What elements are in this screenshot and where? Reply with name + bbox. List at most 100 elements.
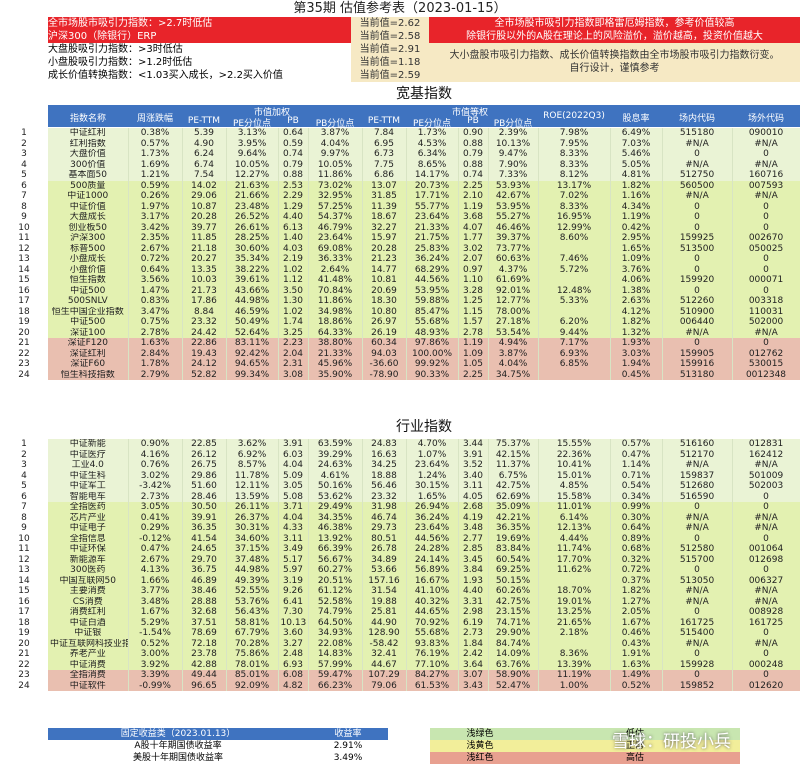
table-row: 10 全指信息 -0.12% 41.54 34.60% 3.11 13.92% 80.51 44…	[0, 533, 800, 544]
table-cell: 20.28	[182, 212, 227, 223]
table-cell: 1.67%	[610, 617, 663, 628]
table-cell: 0.89%	[610, 533, 663, 544]
table-cell: 8.65%	[406, 159, 459, 170]
table-cell: 515400	[662, 628, 733, 639]
table-cell: 502003	[732, 481, 800, 492]
table-cell: 39.29%	[308, 449, 363, 460]
table-cell: 17.70%	[538, 554, 611, 565]
table-cell: #N/A	[662, 512, 733, 523]
table-cell: 0	[662, 285, 733, 296]
table-cell: 2.04	[278, 348, 309, 359]
table-cell: 1.93%	[610, 338, 663, 349]
table-row: 19 中证500 0.75% 23.32 50.49% 1.74 18.86% 26.97 55…	[0, 317, 800, 328]
table-cell: 008928	[732, 607, 800, 618]
table-cell: 18.86%	[308, 317, 363, 328]
table-cell: 0.26%	[128, 191, 183, 202]
table-cell: 7.54	[182, 170, 227, 181]
table-cell: 3.02	[458, 243, 489, 254]
table-cell: 芯片产业	[48, 512, 129, 523]
table-cell: 0	[732, 491, 800, 502]
table-cell: 恒生指数	[48, 275, 129, 286]
valuation-sheet: 第35期 估值参考表（2023-01-15） 全市场股市吸引力指数：>2.7时低…	[0, 0, 800, 765]
table-cell: 0.64%	[128, 264, 183, 275]
table-cell: 1.73%	[406, 128, 459, 139]
table-cell: 2.84%	[128, 348, 183, 359]
table-cell: 10.87	[182, 201, 227, 212]
table-cell: 0	[662, 149, 733, 160]
table-cell: 69.25%	[488, 565, 539, 576]
table-cell: 3.50	[278, 285, 309, 296]
table-row: 2 红利指数 0.57% 4.90 3.95% 0.59 4.04% 6.95 4.53% 0.8…	[0, 138, 800, 149]
table-cell: 11.85	[182, 233, 227, 244]
cn-bond-value: 2.91%	[333, 741, 363, 751]
row-number: 6	[0, 180, 48, 191]
table-row: 19 中证银 -1.54% 78.69 67.79% 3.60 34.93% 128.90 55…	[0, 628, 800, 639]
table-cell: 0.83%	[128, 296, 183, 307]
table-cell: 16.67%	[406, 575, 459, 586]
table-cell: 512750	[662, 170, 733, 181]
us-bond-value: 3.49%	[333, 753, 363, 763]
table-cell: 13.92%	[308, 533, 363, 544]
table-cell: -58.42	[362, 638, 407, 649]
table-cell: 26.78	[362, 544, 407, 555]
col-pb: PB	[287, 116, 299, 126]
table-cell: 560500	[662, 180, 733, 191]
table-cell: 0	[732, 565, 800, 576]
table-cell: 5.08	[278, 491, 309, 502]
table-cell: 85.01%	[226, 670, 279, 681]
table-row: 21 深证F120 1.63% 22.86 83.11% 2.23 38.80% 60.34 9…	[0, 338, 800, 349]
growth-value-label: 成长价值转换指数：<1.03买入成长，>2.2买入价值	[48, 70, 283, 81]
table-cell: 32.68	[182, 607, 227, 618]
table-cell: 8.36%	[538, 649, 611, 660]
current-value: 当前值=2.62	[359, 18, 421, 29]
table-cell: 3.43	[458, 680, 489, 691]
table-cell: 1.73%	[128, 149, 183, 160]
table-cell: 6.41	[278, 596, 309, 607]
table-cell: 3.44	[458, 439, 489, 450]
erp-label: 全市场股市吸引力指数：>2.7时低估	[48, 17, 351, 30]
table-cell: 8.33%	[538, 149, 611, 160]
table-cell: 27.18%	[488, 317, 539, 328]
table-cell: 0	[732, 628, 800, 639]
table-cell: 3.42%	[128, 222, 183, 233]
table-cell: -3.42%	[128, 481, 183, 492]
table-row: 24 中证软件 -0.99% 96.65 92.09% 4.82 66.23% 79.06 61…	[0, 680, 800, 691]
table-cell: 0.34%	[610, 491, 663, 502]
table-cell: 3.56%	[128, 275, 183, 286]
table-cell: 0.59	[278, 138, 309, 149]
table-cell: 66.39%	[308, 544, 363, 555]
table-cell: 1.05	[458, 359, 489, 370]
table-cell: 012620	[732, 680, 800, 691]
table-cell: 53.66	[362, 565, 407, 576]
table-cell: 161725	[732, 617, 800, 628]
table-cell: 28.88	[182, 596, 227, 607]
table-cell: 0.99%	[610, 502, 663, 513]
table-cell: 7.90%	[488, 159, 539, 170]
legend-green: 浅绿色	[430, 728, 530, 740]
table-cell: 160716	[732, 170, 800, 181]
table-cell: 14.02	[182, 180, 227, 191]
table-cell: 59.88%	[406, 296, 459, 307]
table-cell: #N/A	[732, 638, 800, 649]
table-cell: 21.66%	[226, 191, 279, 202]
table-cell: 0.90	[458, 128, 489, 139]
current-value: 当前值=1.18	[359, 57, 421, 68]
table-cell: 36.33%	[308, 254, 363, 265]
table-cell: 0.59%	[128, 180, 183, 191]
table-cell: 75.37%	[488, 439, 539, 450]
row-number: 3	[0, 460, 48, 471]
table-cell: 0.90%	[128, 439, 183, 450]
table-cell: 3.05%	[128, 502, 183, 513]
table-cell: 53.54%	[488, 327, 539, 338]
current-value: 当前值=2.58	[359, 31, 421, 42]
row-number: 14	[0, 264, 48, 275]
table-cell: 26.12	[182, 449, 227, 460]
table-cell: 52.64%	[226, 327, 279, 338]
table-cell: 1.29	[278, 201, 309, 212]
table-cell: 0	[662, 338, 733, 349]
col-name: 指数名称	[69, 114, 106, 124]
table-cell: 5.39	[182, 128, 227, 139]
table-cell: 7.46%	[538, 254, 611, 265]
table-cell: 0.74	[278, 149, 309, 160]
table-cell: 90.33%	[406, 369, 459, 380]
